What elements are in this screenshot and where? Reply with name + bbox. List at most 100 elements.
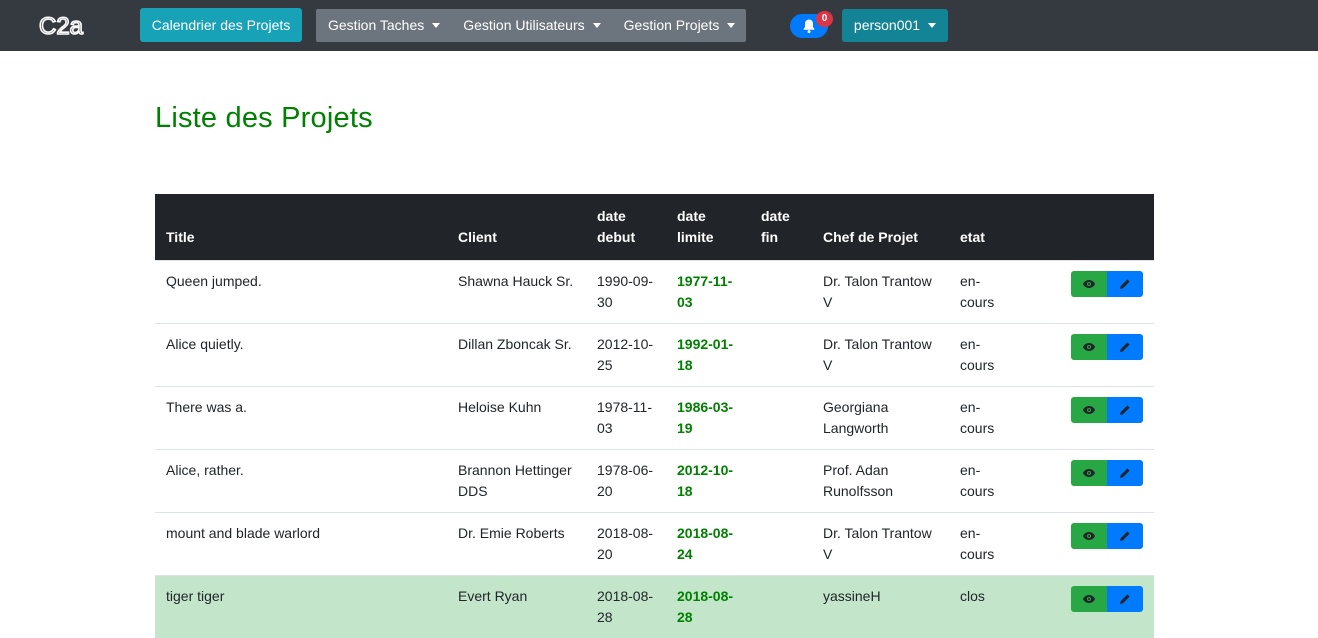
pencil-icon: [1119, 530, 1131, 542]
edit-button[interactable]: [1107, 271, 1143, 297]
edit-button[interactable]: [1107, 334, 1143, 360]
eye-icon: [1082, 405, 1096, 415]
calendar-button[interactable]: Calendrier des Projets: [140, 8, 302, 42]
header-etat: etat: [949, 194, 1021, 261]
header-actions: [1021, 194, 1154, 261]
cell-client: Dillan Zboncak Sr.: [447, 324, 586, 387]
cell-date-limite: 2018-08-28: [666, 576, 750, 638]
cell-client: Heloise Kuhn: [447, 387, 586, 450]
cell-etat: en-cours: [949, 387, 1021, 450]
top-navbar: C2a Calendrier des Projets Gestion Tache…: [0, 0, 1318, 51]
cell-actions: [1021, 576, 1154, 638]
header-client: Client: [447, 194, 586, 261]
projects-table: Title Client date debut date limite datefi…: [155, 194, 1154, 638]
view-button[interactable]: [1071, 460, 1107, 486]
eye-icon: [1082, 279, 1096, 289]
cell-chef: Dr. Talon Trantow V: [812, 513, 949, 576]
cell-date-fin: [750, 513, 812, 576]
eye-icon: [1082, 594, 1096, 604]
cell-client: Brannon Hettinger DDS: [447, 450, 586, 513]
view-button[interactable]: [1071, 523, 1107, 549]
cell-date-debut: 2012-10-25: [586, 324, 666, 387]
cell-etat: en-cours: [949, 450, 1021, 513]
pencil-icon: [1119, 593, 1131, 605]
view-button[interactable]: [1071, 397, 1107, 423]
cell-title: Alice quietly.: [155, 324, 447, 387]
cell-date-fin: [750, 261, 812, 324]
caret-down-icon: [928, 23, 936, 28]
cell-date-debut: 2018-08-20: [586, 513, 666, 576]
header-title: Title: [155, 194, 447, 261]
pencil-icon: [1119, 341, 1131, 353]
svg-text:C2a: C2a: [39, 13, 84, 38]
menu-gestion-taches-label: Gestion Taches: [328, 9, 424, 42]
caret-down-icon: [593, 23, 601, 28]
pencil-icon: [1119, 467, 1131, 479]
cell-date-debut: 1978-11-03: [586, 387, 666, 450]
header-date-fin: datefin: [750, 194, 812, 261]
table-header-row: Title Client date debut date limite datefi…: [155, 194, 1154, 261]
action-group: [1071, 586, 1143, 612]
action-group: [1071, 523, 1143, 549]
cell-title: tiger tiger: [155, 576, 447, 638]
table-row: mount and blade warlord Dr. Emie Roberts…: [155, 513, 1154, 576]
cell-etat: en-cours: [949, 261, 1021, 324]
cell-chef: Prof. Adan Runolfsson: [812, 450, 949, 513]
table-row: There was a. Heloise Kuhn 1978-11-03 198…: [155, 387, 1154, 450]
menu-gestion-utilisateurs[interactable]: Gestion Utilisateurs: [451, 9, 611, 42]
logo-icon[interactable]: C2a: [38, 12, 84, 38]
cell-chef: Georgiana Langworth: [812, 387, 949, 450]
caret-down-icon: [432, 23, 440, 28]
cell-date-limite: 2012-10-18: [666, 450, 750, 513]
header-date-debut-line2: debut: [597, 229, 635, 245]
action-group: [1071, 460, 1143, 486]
header-date-limite: date limite: [666, 194, 750, 261]
page-title: Liste des Projets: [155, 102, 373, 135]
cell-title: There was a.: [155, 387, 447, 450]
view-button[interactable]: [1071, 586, 1107, 612]
table-row: Alice quietly. Dillan Zboncak Sr. 2012-1…: [155, 324, 1154, 387]
cell-date-debut: 1990-09-30: [586, 261, 666, 324]
action-group: [1071, 334, 1143, 360]
eye-icon: [1082, 342, 1096, 352]
edit-button[interactable]: [1107, 397, 1143, 423]
edit-button[interactable]: [1107, 460, 1143, 486]
cell-date-debut: 1978-06-20: [586, 450, 666, 513]
cell-date-limite: 1977-11-03: [666, 261, 750, 324]
header-date-debut-line1: date: [597, 208, 626, 224]
menu-gestion-projets[interactable]: Gestion Projets: [612, 9, 747, 42]
header-date-limite-line1: date: [677, 208, 706, 224]
cell-chef: yassineH: [812, 576, 949, 638]
menu-gestion-taches[interactable]: Gestion Taches: [316, 9, 451, 42]
cell-client: Shawna Hauck Sr.: [447, 261, 586, 324]
pencil-icon: [1119, 404, 1131, 416]
header-date-debut: date debut: [586, 194, 666, 261]
notification-badge: 0: [816, 11, 833, 27]
header-date-limite-line2: limite: [677, 229, 714, 245]
view-button[interactable]: [1071, 271, 1107, 297]
cell-title: Alice, rather.: [155, 450, 447, 513]
cell-date-fin: [750, 324, 812, 387]
cell-actions: [1021, 387, 1154, 450]
cell-date-limite: 1992-01-18: [666, 324, 750, 387]
cell-date-fin: [750, 576, 812, 638]
header-chef: Chef de Projet: [812, 194, 949, 261]
cell-chef: Dr. Talon Trantow V: [812, 261, 949, 324]
user-menu-button[interactable]: person001: [842, 9, 948, 42]
cell-date-debut: 2018-08-28: [586, 576, 666, 638]
cell-actions: [1021, 324, 1154, 387]
eye-icon: [1082, 531, 1096, 541]
cell-etat: en-cours: [949, 513, 1021, 576]
caret-down-icon: [727, 23, 735, 28]
edit-button[interactable]: [1107, 586, 1143, 612]
cell-date-fin: [750, 387, 812, 450]
menu-gestion-utilisateurs-label: Gestion Utilisateurs: [463, 9, 584, 42]
table-row: Alice, rather. Brannon Hettinger DDS 197…: [155, 450, 1154, 513]
view-button[interactable]: [1071, 334, 1107, 360]
pencil-icon: [1119, 278, 1131, 290]
cell-etat: clos: [949, 576, 1021, 638]
cell-chef: Dr. Talon Trantow V: [812, 324, 949, 387]
cell-actions: [1021, 513, 1154, 576]
cell-title: Queen jumped.: [155, 261, 447, 324]
edit-button[interactable]: [1107, 523, 1143, 549]
